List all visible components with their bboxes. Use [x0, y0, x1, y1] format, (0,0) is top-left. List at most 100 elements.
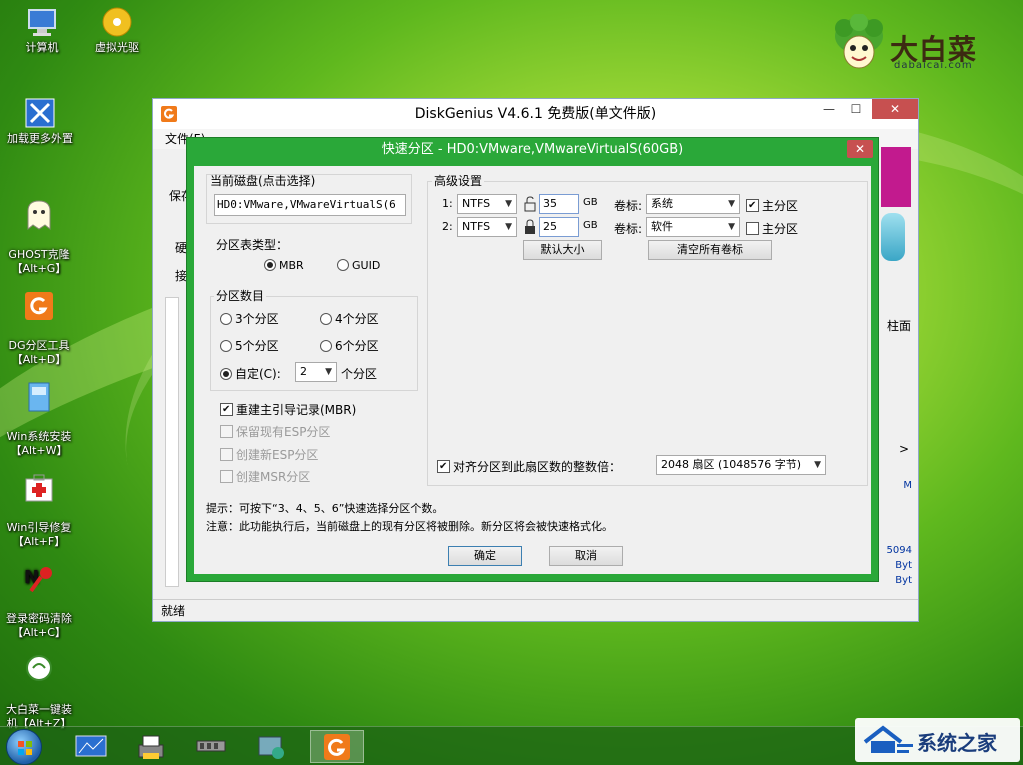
monitor-icon — [75, 735, 107, 756]
window-title: DiskGenius V4.6.1 免费版(单文件版) — [414, 106, 657, 122]
desktop-icon-boot-repair[interactable]: Win引导修复 【Alt+F】 — [0, 458, 81, 563]
ok-button[interactable]: 确定 — [448, 546, 522, 566]
partition-2-vol-label: 卷标: — [614, 222, 643, 236]
checkbox-indicator — [220, 470, 233, 483]
minimize-button[interactable]: — — [815, 99, 843, 119]
radio-custom[interactable]: 自定(C): — [220, 365, 281, 382]
taskbar-item-desktop[interactable] — [64, 730, 118, 763]
start-button[interactable] — [6, 729, 42, 765]
radio-4-partitions[interactable]: 4个分区 — [320, 310, 379, 327]
chevron-down-icon: ▼ — [728, 199, 735, 209]
warning-text: 注意：此功能执行后，当前磁盘上的现有分区将被删除。新分区将会被快速格式化。 — [206, 520, 613, 533]
dialog-body: 当前磁盘(点击选择) HD0:VMware,VMwareVirtualS(6 分… — [194, 166, 871, 574]
checkbox-label: 对齐分区到此扇区数的整数倍： — [453, 460, 622, 474]
checkbox-create-msr[interactable]: 创建MSR分区 — [220, 468, 310, 485]
cancel-button[interactable]: 取消 — [549, 546, 623, 566]
partition-2-unit: GB — [583, 220, 598, 231]
partition-1-primary-checkbox[interactable]: 主分区 — [746, 197, 798, 214]
custom-count-select[interactable]: 2 ▼ — [295, 362, 337, 382]
align-checkbox[interactable]: 对齐分区到此扇区数的整数倍： — [437, 458, 621, 475]
radio-label: 自定(C): — [235, 367, 281, 381]
radio-indicator — [220, 368, 232, 380]
partition-2-volume-select[interactable]: 软件 ▼ — [646, 217, 740, 237]
checkbox-indicator — [220, 403, 233, 416]
quick-partition-dialog: 快速分区 - HD0:VMware,VMwareVirtualS(60GB) ✕… — [186, 137, 879, 582]
checkbox-indicator — [220, 425, 233, 438]
radio-5-partitions[interactable]: 5个分区 — [220, 337, 279, 354]
radio-6-partitions[interactable]: 6个分区 — [320, 337, 379, 354]
partition-1-volume-select[interactable]: 系统 ▼ — [646, 194, 740, 214]
taskbar-item-memory[interactable] — [184, 730, 238, 763]
chevron-down-icon: ▼ — [728, 222, 735, 232]
custom-count-suffix: 个分区 — [341, 367, 378, 381]
taskbar-item-diskgenius[interactable] — [310, 730, 364, 763]
align-sectors-select[interactable]: 2048 扇区 (1048576 字节) ▼ — [656, 455, 826, 475]
desktop-icon-password-clear[interactable]: N 登录密码清除 【Alt+C】 — [0, 549, 81, 654]
desktop-icon-dg-tool[interactable]: DG分区工具 【Alt+D】 — [0, 276, 81, 381]
partition-1-vol-label: 卷标: — [614, 199, 643, 213]
lock-icon[interactable] — [523, 219, 537, 235]
desktop-icon-ghost[interactable]: GHOST克隆 【Alt+G】 — [0, 185, 81, 290]
brand-url: dabaicai.com — [894, 60, 973, 71]
info-fragment: Byt — [895, 575, 912, 586]
banner-fragment — [881, 147, 911, 207]
checkbox-indicator — [746, 222, 759, 235]
desktop-icon-win-install[interactable]: Win系统安装 【Alt+W】 — [0, 367, 81, 472]
network-icon — [258, 736, 284, 759]
taskbar-item-printer[interactable] — [124, 730, 178, 763]
desktop-icon-computer[interactable]: 计算机 — [0, 6, 84, 55]
radio-label: 6个分区 — [335, 339, 379, 353]
dialog-titlebar: 快速分区 - HD0:VMware,VMwareVirtualS(60GB) ✕ — [187, 138, 878, 162]
unlock-icon[interactable] — [523, 196, 537, 212]
close-button[interactable]: ✕ — [872, 99, 918, 119]
partition-1-index: 1: — [442, 197, 453, 210]
taskbar-item-network[interactable] — [244, 730, 298, 763]
radio-guid[interactable]: GUID — [337, 259, 380, 272]
radio-mbr[interactable]: MBR — [264, 259, 304, 272]
fs-value: NTFS — [462, 220, 491, 233]
desktop-icon-label: DG分区工具 【Alt+D】 — [8, 339, 70, 366]
radio-indicator — [220, 313, 232, 325]
status-bar: 就绪 — [153, 599, 918, 621]
current-disk-selector[interactable]: HD0:VMware,VMwareVirtualS(6 — [214, 194, 406, 216]
checkbox-keep-esp[interactable]: 保留现有ESP分区 — [220, 423, 330, 440]
desktop-icon-virtual-drive[interactable]: 虚拟光驱 — [75, 6, 159, 55]
first-aid-icon — [22, 472, 56, 504]
cabbage-icon — [22, 654, 56, 686]
radio-indicator — [320, 340, 332, 352]
scroll-right-arrow[interactable]: > — [899, 442, 909, 456]
partition-2-size-input[interactable]: 25 — [539, 217, 579, 237]
radio-label: 3个分区 — [235, 312, 279, 326]
info-fragment: Byt — [895, 560, 912, 571]
checkbox-create-esp[interactable]: 创建新ESP分区 — [220, 446, 318, 463]
volume-value: 系统 — [651, 197, 673, 210]
house-logo-icon — [863, 725, 913, 753]
partition-table-label: 分区表类型： — [216, 238, 289, 252]
partition-2-fs-select[interactable]: NTFS ▼ — [457, 217, 517, 237]
checkbox-indicator — [437, 460, 450, 473]
default-size-button[interactable]: 默认大小 — [523, 240, 602, 260]
desktop-icon-label: 登录密码清除 【Alt+C】 — [6, 612, 72, 639]
partition-2-primary-checkbox[interactable]: 主分区 — [746, 220, 798, 237]
checkbox-rebuild-mbr[interactable]: 重建主引导记录(MBR) — [220, 401, 356, 418]
checkbox-label: 主分区 — [762, 222, 799, 236]
status-text: 就绪 — [161, 604, 186, 618]
memory-chip-icon — [196, 740, 226, 751]
radio-guid-label: GUID — [352, 259, 381, 272]
desktop-icon-label: 加载更多外置 — [7, 132, 73, 145]
column-header-cylinder: 柱面 — [887, 319, 912, 333]
dialog-title: 快速分区 - HD0:VMware,VMwareVirtualS(60GB) — [381, 142, 684, 157]
partition-1-size-input[interactable]: 35 — [539, 194, 579, 214]
partition-1-fs-select[interactable]: NTFS ▼ — [457, 194, 517, 214]
radio-mbr-label: MBR — [279, 259, 304, 272]
desktop-icon-load-external[interactable]: 加载更多外置 — [0, 97, 82, 146]
tree-panel[interactable] — [165, 297, 179, 587]
desktop-icon-label: Win引导修复 【Alt+F】 — [6, 521, 72, 548]
radio-3-partitions[interactable]: 3个分区 — [220, 310, 279, 327]
chevron-down-icon: ▼ — [505, 199, 512, 209]
clear-all-labels-button[interactable]: 清空所有卷标 — [648, 240, 772, 260]
dialog-close-button[interactable]: ✕ — [847, 140, 873, 158]
radio-label: 4个分区 — [335, 312, 379, 326]
maximize-button[interactable]: ☐ — [842, 99, 870, 119]
partition-count-label: 分区数目 — [214, 287, 267, 304]
